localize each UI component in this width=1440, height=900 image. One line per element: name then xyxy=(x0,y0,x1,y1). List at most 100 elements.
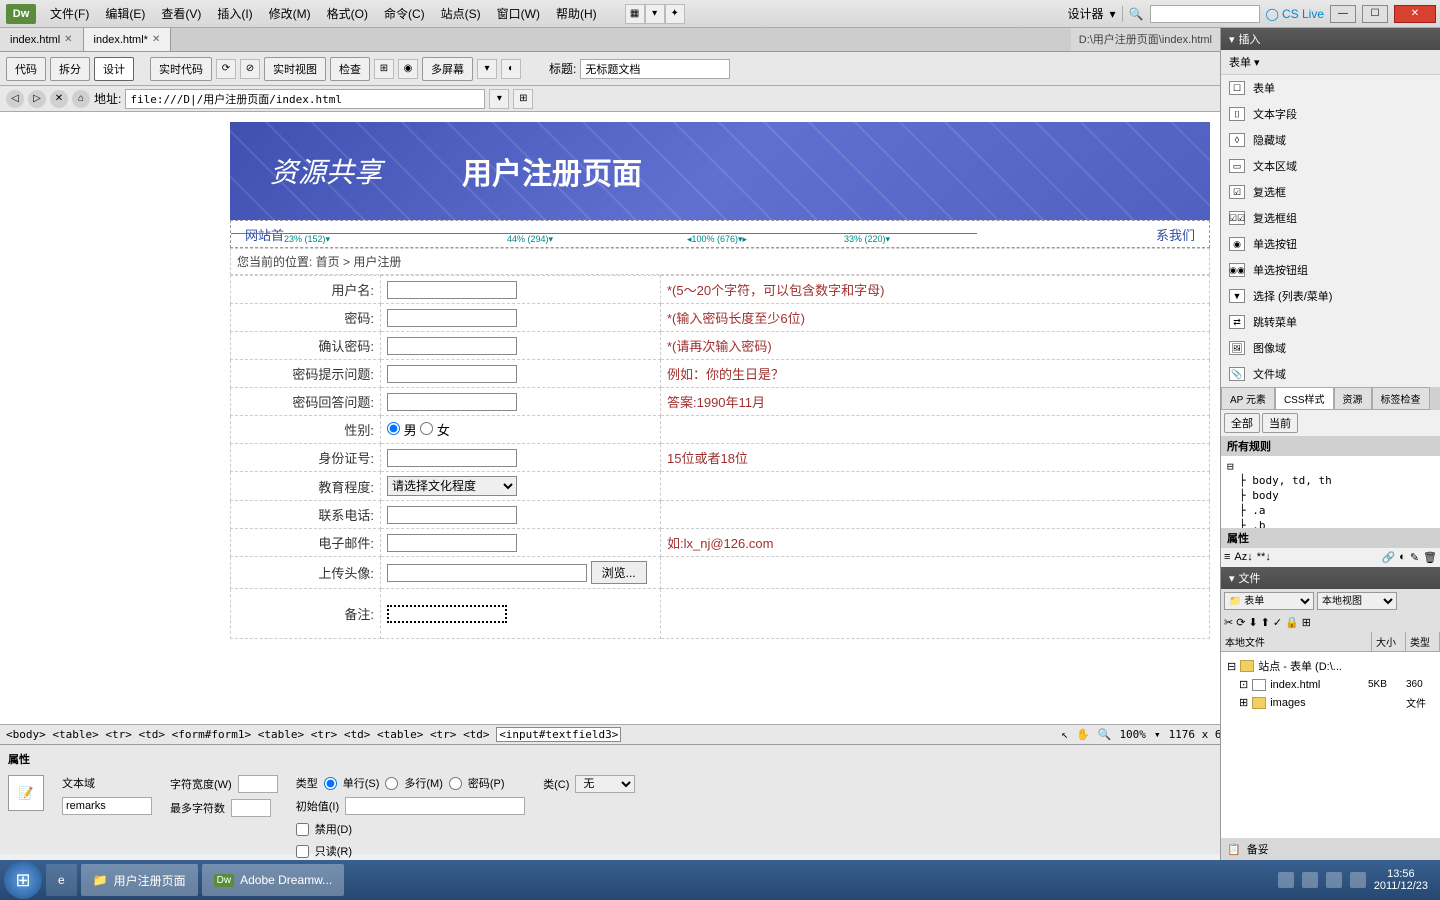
browse-button[interactable]: 浏览... xyxy=(591,561,647,584)
nav-item[interactable]: 系我们 xyxy=(1142,225,1209,244)
insert-item[interactable]: ◉◉单选按钮组 xyxy=(1221,257,1440,283)
tag-crumb[interactable]: <body> xyxy=(6,728,46,741)
education-select[interactable]: 请选择文化程度 xyxy=(387,476,517,496)
files-tool-icon[interactable]: ⬇ xyxy=(1248,616,1257,629)
document-tab[interactable]: index.html* ✕ xyxy=(84,28,172,51)
site-select[interactable]: 📁 表单 xyxy=(1224,592,1314,610)
files-tree[interactable]: ⊟站点 - 表单 (D:\... ⊡index.html5KB360⊞image… xyxy=(1221,652,1440,838)
title-input[interactable] xyxy=(580,59,730,79)
files-panel-header[interactable]: ▾文件 xyxy=(1221,567,1440,589)
menu-item[interactable]: 查看(V) xyxy=(153,5,209,22)
tool-icon[interactable]: ◐ xyxy=(501,59,521,79)
menu-item[interactable]: 插入(I) xyxy=(209,5,260,22)
insert-item[interactable]: ◊隐藏域 xyxy=(1221,127,1440,153)
layout-icon[interactable]: ▦ xyxy=(625,4,645,24)
css-tool-icon[interactable]: ◐ xyxy=(1399,551,1406,564)
files-tool-icon[interactable]: ⊞ xyxy=(1302,616,1311,629)
insert-item[interactable]: ◉单选按钮 xyxy=(1221,231,1440,257)
tool-icon[interactable]: ⟳ xyxy=(216,59,236,79)
address-input[interactable] xyxy=(125,89,485,109)
insert-item[interactable]: ⇄跳转菜单 xyxy=(1221,309,1440,335)
element-name-input[interactable] xyxy=(62,797,152,815)
css-rule[interactable]: ├ body, td, th xyxy=(1225,473,1436,488)
forward-button[interactable]: ▷ xyxy=(28,90,46,108)
tag-crumb[interactable]: <tr> xyxy=(105,728,132,741)
css-tool-icon[interactable]: **↓ xyxy=(1257,551,1271,564)
search-input[interactable] xyxy=(1150,5,1260,23)
email-input[interactable] xyxy=(387,534,517,552)
css-all-button[interactable]: 全部 xyxy=(1224,413,1260,433)
tag-crumb[interactable]: <table> xyxy=(52,728,98,741)
username-input[interactable] xyxy=(387,281,517,299)
css-tool-icon[interactable]: ✎ xyxy=(1410,551,1419,564)
menu-item[interactable]: 窗口(W) xyxy=(489,5,548,22)
pointer-tool-icon[interactable]: ↖ xyxy=(1061,728,1068,741)
css-tab[interactable]: CSS样式 xyxy=(1275,387,1334,410)
css-tool-icon[interactable]: Az↓ xyxy=(1234,551,1252,564)
avatar-input[interactable] xyxy=(387,564,587,582)
files-tool-icon[interactable]: ✓ xyxy=(1273,616,1282,629)
css-tool-icon[interactable]: 🔗 xyxy=(1381,551,1395,564)
close-button[interactable]: ✕ xyxy=(1394,5,1436,23)
home-button[interactable]: ⌂ xyxy=(72,90,90,108)
file-tree-item[interactable]: ⊞images文件 xyxy=(1225,693,1436,712)
live-code-button[interactable]: 实时代码 xyxy=(150,57,212,81)
start-button[interactable]: ⊞ xyxy=(4,861,42,899)
char-width-input[interactable] xyxy=(238,775,278,793)
insert-item[interactable]: ▭文本区域 xyxy=(1221,153,1440,179)
css-current-button[interactable]: 当前 xyxy=(1262,413,1298,433)
designer-dropdown[interactable]: 设计器 xyxy=(1068,5,1104,22)
files-tool-icon[interactable]: ⬆ xyxy=(1261,616,1270,629)
minimize-button[interactable]: — xyxy=(1330,5,1356,23)
phone-input[interactable] xyxy=(387,506,517,524)
clock-date[interactable]: 2011/12/23 xyxy=(1374,880,1428,892)
disable-checkbox[interactable] xyxy=(296,823,309,836)
remarks-input[interactable] xyxy=(387,605,507,623)
confirm-password-input[interactable] xyxy=(387,337,517,355)
tool-icon[interactable]: ✦ xyxy=(665,4,685,24)
password-input[interactable] xyxy=(387,309,517,327)
tool-icon[interactable]: ▾ xyxy=(477,59,497,79)
log-icon[interactable]: 📋 xyxy=(1227,843,1241,856)
insert-item[interactable]: ⌷文本字段 xyxy=(1221,101,1440,127)
insert-category[interactable]: 表单 ▾ xyxy=(1221,50,1440,75)
tray-volume-icon[interactable] xyxy=(1350,872,1366,888)
menu-item[interactable]: 编辑(E) xyxy=(97,5,153,22)
ie-taskbar-icon[interactable]: e xyxy=(46,864,77,896)
css-tool-icon[interactable]: 🗑 xyxy=(1423,551,1437,564)
zoom-level[interactable]: 100% xyxy=(1119,728,1146,741)
tag-crumb[interactable]: <table> xyxy=(377,728,423,741)
maximize-button[interactable]: ☐ xyxy=(1362,5,1388,23)
tag-crumb[interactable]: <td> xyxy=(463,728,490,741)
css-tab[interactable]: AP 元素 xyxy=(1221,387,1275,410)
idcard-input[interactable] xyxy=(387,449,517,467)
gender-male-radio[interactable] xyxy=(387,422,400,435)
type-single-radio[interactable] xyxy=(324,777,337,790)
dropdown-icon[interactable]: ▾ xyxy=(645,4,665,24)
menu-item[interactable]: 文件(F) xyxy=(42,5,97,22)
settings-icon[interactable]: ⊞ xyxy=(513,89,533,109)
tool-icon[interactable]: ⊞ xyxy=(374,59,394,79)
tray-icon[interactable] xyxy=(1302,872,1318,888)
tag-crumb[interactable]: <table> xyxy=(258,728,304,741)
tab-close-icon[interactable]: ✕ xyxy=(64,34,72,45)
insert-item[interactable]: ▼选择 (列表/菜单) xyxy=(1221,283,1440,309)
insert-item[interactable]: ☑复选框 xyxy=(1221,179,1440,205)
tag-crumb[interactable]: <input#textfield3> xyxy=(496,727,621,742)
files-tool-icon[interactable]: ✂ xyxy=(1224,616,1233,629)
design-view-button[interactable]: 设计 xyxy=(94,57,134,81)
type-password-radio[interactable] xyxy=(449,777,462,790)
css-tab[interactable]: 标签检查 xyxy=(1372,387,1430,410)
menu-item[interactable]: 站点(S) xyxy=(433,5,489,22)
refresh-icon[interactable]: ⟳ xyxy=(1236,616,1245,629)
insert-item[interactable]: ☑☑复选框组 xyxy=(1221,205,1440,231)
view-select[interactable]: 本地视图 xyxy=(1317,592,1397,610)
insert-item[interactable]: ☐表单 xyxy=(1221,75,1440,101)
tool-icon[interactable]: ◉ xyxy=(398,59,418,79)
tray-icon[interactable] xyxy=(1278,872,1294,888)
init-value-input[interactable] xyxy=(345,797,525,815)
answer-input[interactable] xyxy=(387,393,517,411)
file-tree-item[interactable]: ⊡index.html5KB360 xyxy=(1225,676,1436,693)
type-multi-radio[interactable] xyxy=(385,777,398,790)
hand-tool-icon[interactable]: ✋ xyxy=(1076,728,1090,741)
